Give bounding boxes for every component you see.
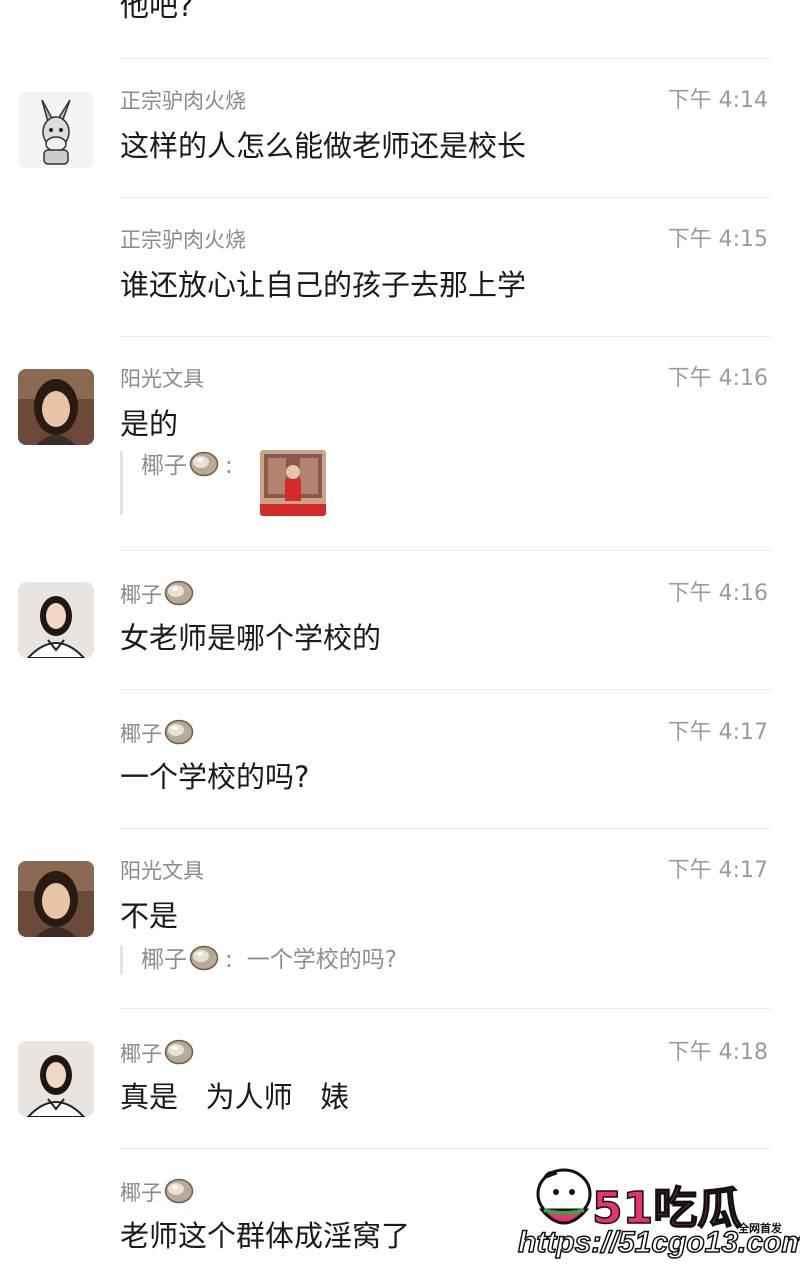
divider [120, 336, 772, 337]
watermark-url: https://51cgo13.com [517, 1225, 800, 1260]
timestamp: 下午 4:16 [667, 366, 768, 391]
coconut-icon [189, 945, 219, 971]
divider [120, 828, 772, 829]
message-text: 女老师是哪个学校的 [120, 621, 382, 655]
coconut-icon [164, 719, 194, 745]
message-text-fragment: 他吧? [120, 0, 194, 23]
quoted-image-thumbnail[interactable] [260, 450, 326, 516]
quote-sender: 椰子 [141, 947, 187, 973]
woman-avatar[interactable] [18, 369, 94, 445]
donkey-avatar[interactable] [18, 92, 94, 168]
woman2-avatar[interactable] [18, 1041, 94, 1117]
timestamp: 下午 4:15 [667, 227, 768, 252]
coconut-icon [164, 1039, 194, 1065]
quoted-reply[interactable]: 椰子: 一个学校的吗? [120, 945, 397, 975]
quote-separator: : [225, 453, 233, 479]
message-text: 这样的人怎么能做老师还是校长 [120, 129, 527, 163]
woman2-avatar[interactable] [18, 582, 94, 658]
quote-sender: 椰子 [141, 453, 187, 479]
sender-name: 椰子 [120, 1178, 194, 1206]
coconut-icon [164, 580, 194, 606]
timestamp: 下午 4:18 [667, 1040, 768, 1065]
sender-name: 正宗驴肉火烧 [120, 89, 246, 113]
message-text: 真是 为人师 婊 [120, 1080, 350, 1114]
watermark: 51吃瓜 全网首发 https://51cgo13.com [510, 1158, 800, 1273]
message-text: 不是 [120, 899, 179, 933]
message-text: 一个学校的吗? [120, 760, 310, 794]
divider [120, 197, 772, 198]
message-text: 谁还放心让自己的孩子去那上学 [120, 268, 527, 302]
quote-separator: : [225, 947, 233, 973]
timestamp: 下午 4:17 [667, 858, 768, 883]
divider [120, 1148, 772, 1149]
timestamp: 下午 4:17 [667, 720, 768, 745]
sender-name: 正宗驴肉火烧 [120, 228, 246, 252]
sender-name: 椰子 [120, 580, 194, 608]
divider [120, 550, 772, 551]
coconut-icon [189, 451, 219, 477]
sender-name: 阳光文具 [120, 367, 204, 391]
coconut-icon [164, 1178, 194, 1204]
sender-name: 阳光文具 [120, 859, 204, 883]
divider [120, 1008, 772, 1009]
timestamp: 下午 4:14 [667, 88, 768, 113]
sender-name: 椰子 [120, 719, 194, 747]
timestamp: 下午 4:16 [667, 581, 768, 606]
sender-name: 椰子 [120, 1039, 194, 1067]
quote-text: 一个学校的吗? [246, 947, 397, 973]
message-text: 老师这个群体成淫窝了 [120, 1219, 411, 1253]
message-text: 是的 [120, 407, 179, 441]
quoted-reply[interactable]: 椰子: [120, 451, 233, 515]
woman-avatar[interactable] [18, 861, 94, 937]
divider [120, 689, 772, 690]
divider [120, 58, 772, 59]
